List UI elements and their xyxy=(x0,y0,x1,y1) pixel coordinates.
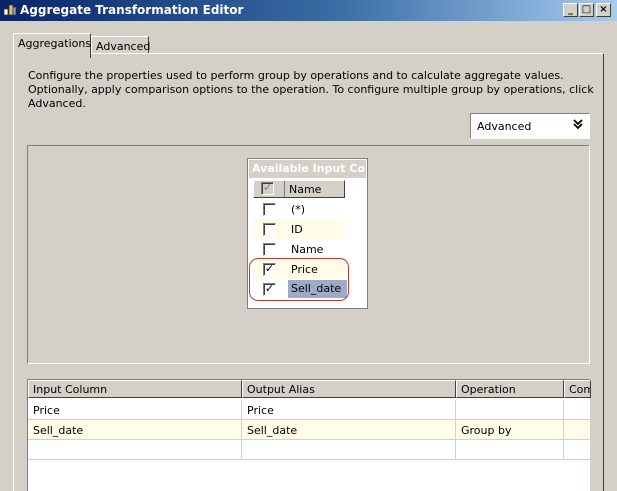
column-checkbox[interactable] xyxy=(263,223,276,236)
operation-cell[interactable]: Group by xyxy=(456,420,564,440)
double-chevron-down-icon xyxy=(573,118,583,133)
name-column-header: Name xyxy=(289,183,322,196)
column-name: Name xyxy=(291,243,324,256)
grid-header-operation[interactable]: Operation xyxy=(456,380,564,398)
input-columns-header: ✓ Name xyxy=(253,180,345,198)
title-bar: Aggregate Transformation Editor _ □ × xyxy=(0,0,617,21)
input-column-cell[interactable] xyxy=(28,440,242,460)
comparison-cell[interactable] xyxy=(564,420,591,440)
output-alias-cell[interactable]: Price xyxy=(242,400,456,420)
output-alias-cell[interactable]: Sell_date xyxy=(242,420,456,440)
advanced-toggle-button[interactable]: Advanced xyxy=(470,113,590,139)
highlight-callout xyxy=(249,258,349,301)
output-alias-cell[interactable] xyxy=(242,440,456,460)
maximize-button[interactable]: □ xyxy=(579,3,594,17)
input-column-row[interactable]: ID xyxy=(253,219,345,239)
input-column-row[interactable]: Name xyxy=(253,239,345,259)
grid-header-comparison[interactable]: Com xyxy=(564,380,591,398)
advanced-toggle-label: Advanced xyxy=(477,120,532,133)
operation-cell[interactable] xyxy=(456,440,564,460)
comparison-cell[interactable] xyxy=(564,400,591,420)
select-all-checkbox[interactable]: ✓ xyxy=(261,182,274,195)
app-icon xyxy=(3,3,17,17)
comparison-cell[interactable] xyxy=(564,440,591,460)
grid-header-output-alias[interactable]: Output Alias xyxy=(242,380,456,398)
column-name: (*) xyxy=(291,203,306,216)
tab-aggregations[interactable]: Aggregations xyxy=(13,33,91,58)
operation-cell[interactable] xyxy=(456,400,564,420)
description-text: Configure the properties used to perform… xyxy=(28,69,594,110)
input-columns-title: Available Input Co... xyxy=(249,160,366,178)
column-name: ID xyxy=(291,223,303,236)
table-row[interactable] xyxy=(28,440,591,460)
minimize-button[interactable]: _ xyxy=(563,3,578,17)
grid-header: Input Column Output Alias Operation Com xyxy=(28,380,591,398)
input-column-row[interactable]: (*) xyxy=(253,199,345,219)
column-checkbox[interactable] xyxy=(263,203,276,216)
input-column-cell[interactable]: Price xyxy=(28,400,242,420)
table-row[interactable]: Sell_date Sell_date Group by xyxy=(28,420,591,440)
grid-header-input-column[interactable]: Input Column xyxy=(28,380,242,398)
aggregation-grid[interactable]: Input Column Output Alias Operation Com … xyxy=(27,379,591,491)
close-button[interactable]: × xyxy=(596,3,611,17)
window-title: Aggregate Transformation Editor xyxy=(20,3,244,17)
column-checkbox[interactable] xyxy=(263,243,276,256)
table-row[interactable]: Price Price xyxy=(28,400,591,420)
input-column-cell[interactable]: Sell_date xyxy=(28,420,242,440)
